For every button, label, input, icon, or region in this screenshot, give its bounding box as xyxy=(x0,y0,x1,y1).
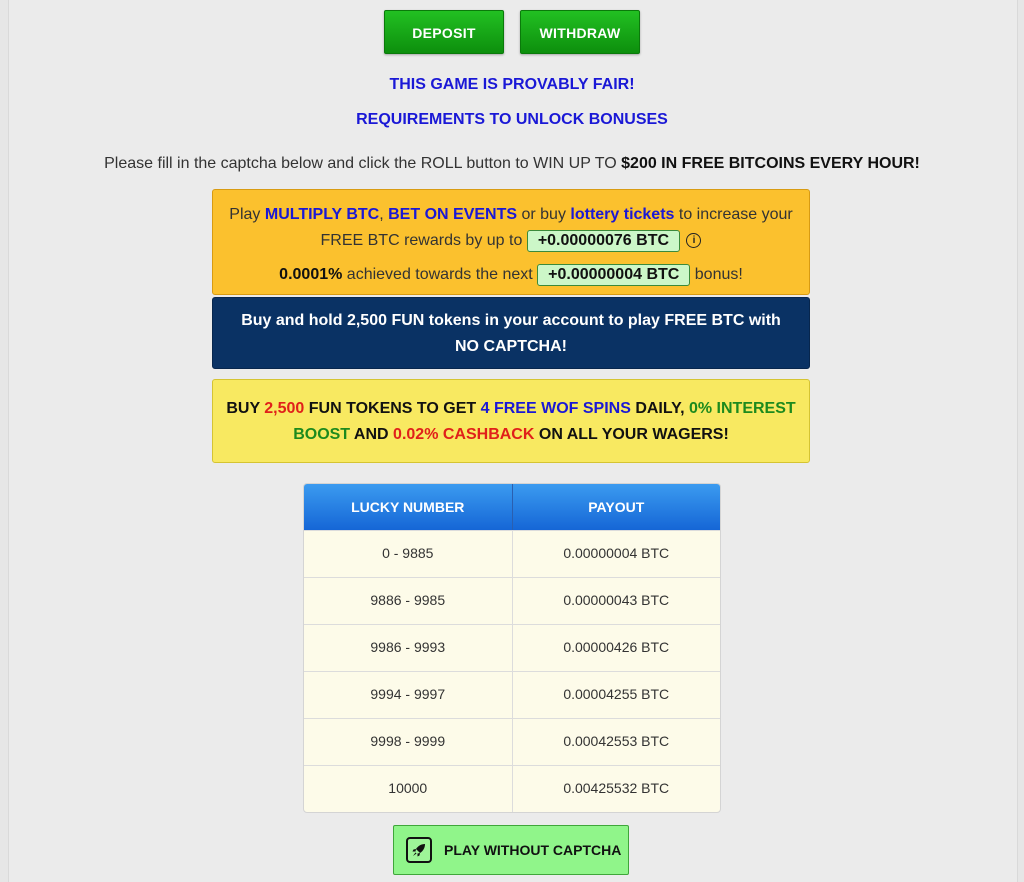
lucky-number-cell: 9998 - 9999 xyxy=(370,733,446,749)
deposit-button[interactable]: DEPOSIT xyxy=(384,10,504,54)
table-header: LUCKY NUMBER PAYOUT xyxy=(304,484,720,530)
multiply-btc-link[interactable]: MULTIPLY BTC xyxy=(265,206,379,223)
lucky-number-cell: 9986 - 9993 xyxy=(370,639,446,655)
play-button-label: PLAY WITHOUT CAPTCHA xyxy=(444,842,622,858)
table-row: 9994 - 9997 0.00004255 BTC xyxy=(304,671,720,718)
table-row: 9998 - 9999 0.00042553 BTC xyxy=(304,718,720,765)
bonus-increase: to increase your xyxy=(674,206,793,223)
payout-cell: 0.00000426 BTC xyxy=(511,625,721,671)
instruction-body: Please fill in the captcha below and cli… xyxy=(104,155,622,172)
play-without-captcha-button[interactable]: PLAY WITHOUT CAPTCHA xyxy=(393,825,629,875)
payout-cell: 0.00000004 BTC xyxy=(511,531,721,577)
promo-wagers: ON ALL YOUR WAGERS! xyxy=(534,426,729,443)
lucky-number-header: LUCKY NUMBER xyxy=(351,499,465,515)
max-bonus-badge: +0.00000076 BTC xyxy=(526,230,681,252)
lucky-number-cell: 10000 xyxy=(388,780,428,796)
bonus-box: Play MULTIPLY BTC, BET ON EVENTS or buy … xyxy=(212,189,810,295)
promo-boost: BOOST xyxy=(293,426,351,443)
payout-cell: 0.00000043 BTC xyxy=(511,578,721,624)
rocket-icon xyxy=(406,837,432,863)
promo-and: AND xyxy=(350,426,394,443)
achieved-percent: 0.0001% xyxy=(279,266,343,283)
promo-box: BUY 2,500 FUN TOKENS TO GET 4 FREE WOF S… xyxy=(212,379,810,463)
info-icon[interactable]: i xyxy=(686,233,702,249)
promo-buy: BUY xyxy=(226,400,265,417)
bonus-free-btc: FREE BTC rewards by up to xyxy=(320,232,527,249)
bonus-line-3: 0.0001% achieved towards the next +0.000… xyxy=(213,262,809,288)
next-bonus-badge: +0.00000004 BTC xyxy=(537,264,691,286)
bonus-line-2: FREE BTC rewards by up to +0.00000076 BT… xyxy=(213,228,809,254)
bet-on-events-link[interactable]: BET ON EVENTS xyxy=(388,206,517,223)
bonus-comma: , xyxy=(379,206,389,223)
payout-cell: 0.00425532 BTC xyxy=(511,766,721,812)
requirements-link[interactable]: REQUIREMENTS TO UNLOCK BONUSES xyxy=(0,111,1024,129)
payout-table: LUCKY NUMBER PAYOUT 0 - 9885 0.00000004 B… xyxy=(303,483,721,813)
lucky-number-cell: 9886 - 9985 xyxy=(370,592,446,608)
payout-cell: 0.00042553 BTC xyxy=(511,719,721,765)
fun-token-box: Buy and hold 2,500 FUN tokens in your ac… xyxy=(212,297,810,369)
instruction-text: Please fill in the captcha below and cli… xyxy=(0,155,1024,173)
lucky-number-cell: 0 - 9885 xyxy=(382,545,434,561)
promo-interest: 0% INTEREST xyxy=(688,400,796,417)
promo-line-2: BOOST AND 0.02% CASHBACK ON ALL YOUR WAG… xyxy=(213,422,809,448)
top-button-row: DEPOSIT WITHDRAW xyxy=(0,10,1024,54)
lucky-number-cell: 9994 - 9997 xyxy=(370,686,446,702)
rocket-glyph xyxy=(412,844,425,857)
table-row: 0 - 9885 0.00000004 BTC xyxy=(304,530,720,577)
lottery-tickets-link[interactable]: lottery tickets xyxy=(570,206,674,223)
withdraw-button[interactable]: WITHDRAW xyxy=(520,10,640,54)
promo-daily: DAILY, xyxy=(630,400,689,417)
fun-line-2: NO CAPTCHA! xyxy=(455,338,567,355)
promo-cashback: 0.02% CASHBACK xyxy=(393,426,535,443)
promo-wof: 4 FREE WOF SPINS xyxy=(480,400,631,417)
bonus-play-text: Play xyxy=(229,206,265,223)
provably-fair-link[interactable]: THIS GAME IS PROVABLY FAIR! xyxy=(0,76,1024,94)
table-row: 10000 0.00425532 BTC xyxy=(304,765,720,812)
payout-header: PAYOUT xyxy=(511,484,721,530)
promo-line-1: BUY 2,500 FUN TOKENS TO GET 4 FREE WOF S… xyxy=(213,396,809,422)
promo-amount: 2,500 xyxy=(264,400,305,417)
table-row: 9986 - 9993 0.00000426 BTC xyxy=(304,624,720,671)
bonus-line-1: Play MULTIPLY BTC, BET ON EVENTS or buy … xyxy=(213,202,809,228)
achieved-text: achieved towards the next xyxy=(342,266,538,283)
payout-cell: 0.00004255 BTC xyxy=(511,672,721,718)
bonus-word: bonus! xyxy=(690,266,743,283)
bonus-or-buy: or buy xyxy=(517,206,571,223)
fun-line-1: Buy and hold 2,500 FUN tokens in your ac… xyxy=(241,312,781,329)
promo-fun-tokens: FUN TOKENS TO GET xyxy=(304,400,481,417)
table-row: 9886 - 9985 0.00000043 BTC xyxy=(304,577,720,624)
instruction-highlight: $200 IN FREE BITCOINS EVERY HOUR! xyxy=(621,155,920,172)
